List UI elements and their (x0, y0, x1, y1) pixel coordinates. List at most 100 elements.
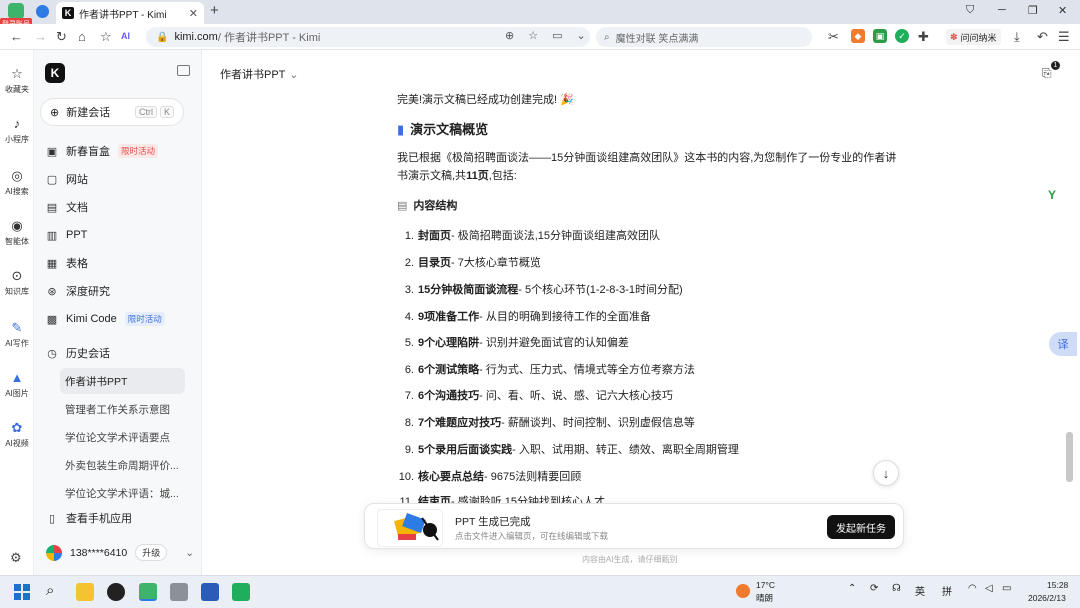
home-icon[interactable]: ⌂ (78, 29, 86, 44)
wenwen-extension[interactable]: ✽ 问问纳米 (946, 29, 1001, 45)
file-explorer-icon[interactable] (76, 583, 94, 601)
bookmark-star-icon[interactable]: ☆ (528, 29, 538, 42)
browser-sidebar-item[interactable]: ☆ 收藏夹 (0, 66, 34, 95)
ime-mode[interactable]: 拼 (942, 583, 952, 598)
new-task-button[interactable]: 发起新任务 (827, 515, 895, 539)
browser-sidebar-label: AI写作 (5, 339, 29, 348)
close-window-icon[interactable]: ✕ (1058, 4, 1067, 17)
pinned-tab-icon[interactable] (36, 5, 49, 18)
scroll-to-bottom-button[interactable]: ↓ (873, 460, 899, 486)
ime-language[interactable]: 英 (915, 583, 925, 598)
browser-logo-icon[interactable] (8, 3, 24, 19)
browser-taskbar-icon[interactable] (139, 583, 157, 601)
user-profile[interactable]: 138****6410 升级 ⌄ (46, 544, 194, 561)
download-icon[interactable]: ⤓ (1014, 29, 1020, 45)
chevron-down-icon[interactable]: ⌄ (185, 547, 194, 559)
battery-icon[interactable]: ▭ (1002, 583, 1011, 594)
sidebar-item-label: 网站 (66, 174, 88, 186)
sidebar-item-history[interactable]: ◷ 历史会话 (46, 344, 110, 362)
outline-desc: - 问、看、听、说、感、记六大核心技巧 (479, 390, 673, 402)
wechat-icon[interactable] (232, 583, 250, 601)
ppt-thumbnail[interactable] (377, 509, 443, 547)
arrow-down-icon: ↓ (882, 465, 890, 481)
outline-num: 2. (404, 257, 414, 269)
browser-sidebar-item[interactable]: ✎ AI写作 (0, 320, 34, 349)
sidebar-item-label: 历史会话 (66, 348, 110, 360)
windows-start-icon[interactable] (14, 584, 30, 600)
sidebar-item-research[interactable]: ⊛ 深度研究 (46, 282, 110, 300)
translate-button[interactable]: 译 (1049, 332, 1077, 356)
sidebar-item-ppt[interactable]: ▥ PPT (46, 226, 88, 244)
menu-icon[interactable]: ☰ (1058, 29, 1070, 45)
history-item[interactable]: 作者讲书PPT (60, 368, 185, 394)
browser-sidebar-item[interactable]: ◎ AI搜索 (0, 168, 34, 197)
assistant-float-icon[interactable]: Y (1048, 188, 1056, 202)
doc-icon: ▤ (46, 201, 58, 214)
location-icon[interactable]: ⊕ (505, 29, 514, 42)
ppt-ready-toast[interactable]: PPT 生成已完成 点击文件进入编辑页，可在线编辑或下载 发起新任务 (364, 503, 904, 549)
dell-icon[interactable] (107, 583, 125, 601)
cut-icon[interactable]: ✂ (828, 29, 839, 45)
mobile-app-link[interactable]: ▯ 查看手机应用 (46, 509, 132, 527)
history-item[interactable]: 学位论文学术评语要点 (60, 424, 185, 450)
sidebar-item-doc[interactable]: ▤ 文档 (46, 198, 88, 216)
favorite-star-icon[interactable]: ☆ (100, 29, 112, 45)
browser-sidebar-item[interactable]: ⊙ 知识库 (0, 268, 34, 297)
puzzle-extension-icon[interactable]: ✚ (918, 29, 929, 45)
taskbar-search-icon[interactable]: ⌕ (46, 582, 54, 599)
sidebar-item-label: 表格 (66, 258, 88, 270)
close-tab-icon[interactable]: ✕ (189, 7, 198, 20)
history-item[interactable]: 管理者工作关系示意图 (60, 396, 185, 422)
new-tab-button[interactable]: + (210, 2, 219, 19)
settings-gear-icon[interactable]: ⚙ (10, 550, 22, 566)
kimi-logo-icon[interactable]: K (45, 63, 65, 83)
attachment-icon[interactable]: ⎘ (1042, 66, 1052, 81)
forward-icon[interactable]: → (34, 29, 47, 44)
green-extension-icon[interactable]: ▣ (873, 29, 887, 43)
tray-chevron-up-icon[interactable]: ⌃ (848, 583, 856, 594)
speaker-icon[interactable]: ◁ (985, 583, 993, 594)
clock-date[interactable]: 2026/2/13 (1028, 593, 1066, 603)
tray-sync-icon[interactable]: ⟳ (870, 583, 878, 594)
conversation-title[interactable]: 作者讲书PPT ⌄ (220, 66, 299, 82)
browser-sidebar-item[interactable]: ◉ 智能体 (0, 218, 34, 247)
weather-desc[interactable]: 晴朗 (756, 592, 773, 604)
vpn-extension-icon[interactable]: ✓ (895, 29, 909, 43)
page-scrollbar[interactable] (1066, 432, 1073, 482)
sidebar-item-kimi-code[interactable]: ▩ Kimi Code 限时活动 (46, 310, 165, 328)
new-chat-button[interactable]: ⊕ 新建会话 Ctrl K (40, 98, 184, 126)
calculator-icon[interactable] (170, 583, 188, 601)
outline-num: 1. (404, 230, 414, 242)
word-icon[interactable] (201, 583, 219, 601)
upgrade-button[interactable]: 升级 (135, 544, 168, 561)
browser-sidebar-item[interactable]: ▲ AI图片 (0, 370, 34, 399)
wifi-icon[interactable]: ◠ (968, 583, 977, 594)
history-item[interactable]: 外卖包装生命周期评价... (60, 452, 185, 478)
undo-icon[interactable]: ↶ (1037, 29, 1048, 45)
browser-sidebar-item[interactable]: ✿ AI视频 (0, 420, 34, 449)
back-icon[interactable]: ← (10, 29, 23, 44)
ai-icon[interactable]: AI (121, 31, 130, 41)
sidebar-item-table[interactable]: ▦ 表格 (46, 254, 88, 272)
clock-time[interactable]: 15:28 (1047, 580, 1068, 590)
search-input[interactable]: ⌕ 魔性对联 笑点满满 (596, 27, 812, 47)
shirt-icon[interactable]: ⛉ (966, 4, 974, 17)
overview-title: 演示文稿概览 (410, 122, 489, 137)
game-extension-icon[interactable]: ◆ (851, 29, 865, 43)
browser-sidebar-item[interactable]: ♪ 小程序 (0, 116, 34, 145)
sidebar-item-blindbox[interactable]: ▣ 新春盲盒 限时活动 (46, 142, 159, 160)
sidebar-item-website[interactable]: ▢ 网站 (46, 170, 88, 188)
conversation-title-text: 作者讲书PPT (220, 69, 286, 81)
history-item[interactable]: 学位论文学术评语：城... (60, 480, 185, 506)
active-tab[interactable]: K 作者讲书PPT - Kimi ✕ (56, 2, 204, 24)
reload-icon[interactable]: ↻ (56, 29, 67, 45)
lock-icon: 🔒 (156, 31, 169, 43)
minimize-icon[interactable]: ─ (998, 4, 1006, 16)
read-mode-icon[interactable]: ▭ (552, 29, 562, 42)
tray-headset-icon[interactable]: ☊ (892, 583, 901, 594)
weather-sun-icon[interactable] (736, 584, 750, 598)
weather-temp[interactable]: 17°C (756, 580, 775, 590)
collapse-sidebar-icon[interactable] (177, 65, 190, 76)
restore-icon[interactable]: ❐ (1028, 4, 1038, 17)
chevron-down-icon[interactable]: ⌄ (577, 29, 586, 42)
